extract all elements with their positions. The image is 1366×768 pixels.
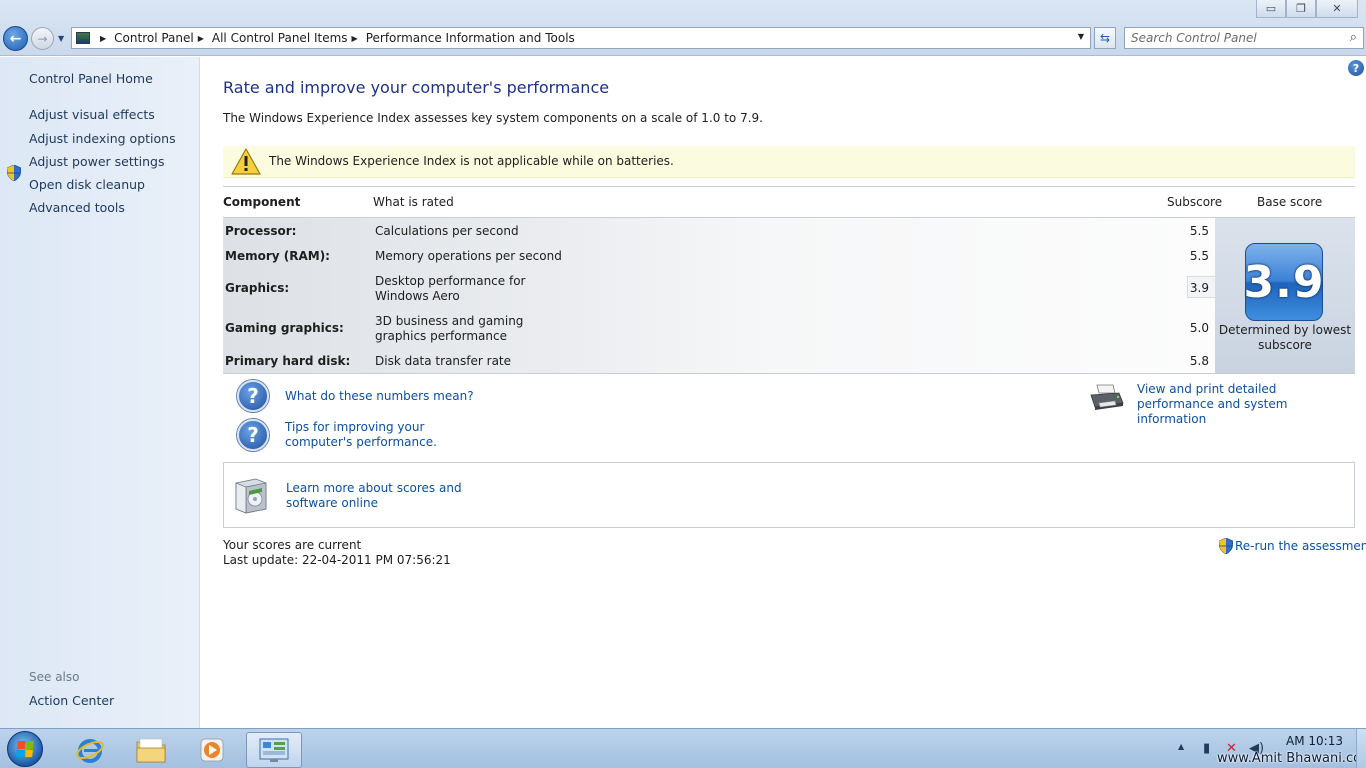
experience-index-table: Component What is rated Subscore Base sc… xyxy=(223,186,1355,374)
internet-explorer-icon xyxy=(76,739,104,763)
restore-button[interactable]: ❐ xyxy=(1286,0,1316,18)
base-score-badge: 3.9 xyxy=(1244,243,1323,321)
table-body: Processor: Calculations per second 5.5 M… xyxy=(223,217,1215,374)
minimize-icon: ▭ xyxy=(1265,2,1277,15)
back-arrow-icon: ← xyxy=(9,30,22,47)
title-and-address-bar: ▭ ❐ ✕ ← → ▼ ▶ Control Panel ▶ All Contro… xyxy=(0,0,1366,56)
intro-text: The Windows Experience Index assesses ke… xyxy=(223,111,763,125)
search-box[interactable]: ⌕ xyxy=(1124,27,1364,49)
start-button[interactable] xyxy=(7,731,43,767)
refresh-button[interactable]: ⇆ xyxy=(1094,27,1116,49)
table-row-what: Desktop performance for Windows Aero xyxy=(375,274,526,303)
help-icon: ? xyxy=(1352,61,1360,75)
search-input[interactable] xyxy=(1131,28,1331,48)
learn-more-box: Learn more about scores and software onl… xyxy=(223,462,1355,528)
help-button[interactable]: ? xyxy=(1348,60,1364,76)
rerun-assessment-action[interactable]: Re-run the assessment xyxy=(1219,538,1366,554)
taskbar: ▲ ▮ ✕ ◀) AM 10:13 www.Amit Bhawani.com xyxy=(0,728,1366,768)
control-panel-icon xyxy=(76,32,90,44)
what-numbers-mean-link[interactable]: What do these numbers mean? xyxy=(285,389,474,404)
battery-icon[interactable]: ▮ xyxy=(1203,741,1210,756)
page-title: Rate and improve your computer's perform… xyxy=(223,78,610,97)
breadcrumb-control-panel[interactable]: Control Panel xyxy=(114,31,194,45)
learn-more-scores-link[interactable]: Learn more about scores and software onl… xyxy=(286,481,506,511)
advanced-tools-link[interactable]: Advanced tools xyxy=(29,200,125,215)
base-score-caption: Determined by lowest subscore xyxy=(1218,323,1352,352)
view-print-details-link[interactable]: View and print detailed performance and … xyxy=(1137,382,1357,427)
folder-icon xyxy=(136,738,166,763)
printer-icon xyxy=(1090,384,1124,410)
table-row-what: Memory operations per second xyxy=(375,249,562,263)
last-update-text: Last update: 22-04-2011 PM 07:56:21 xyxy=(223,553,451,567)
table-row-what: Calculations per second xyxy=(375,224,519,238)
taskbar-windows-explorer[interactable] xyxy=(123,732,179,768)
table-row-subscore: 5.0 xyxy=(1189,321,1209,335)
windows-logo-icon xyxy=(16,741,34,757)
column-header-base-score: Base score xyxy=(1257,195,1323,209)
uac-shield-icon xyxy=(7,165,21,181)
rerun-assessment-link[interactable]: Re-run the assessment xyxy=(1235,539,1366,554)
close-icon: ✕ xyxy=(1332,2,1342,15)
table-row-component: Processor: xyxy=(225,224,297,238)
table-row-component: Graphics: xyxy=(225,281,290,295)
tips-improving-performance-link[interactable]: Tips for improving your computer's perfo… xyxy=(285,420,485,450)
address-dropdown-icon[interactable]: ▼ xyxy=(1078,32,1084,41)
table-row-subscore: 5.8 xyxy=(1189,354,1209,368)
battery-warning-banner: The Windows Experience Index is not appl… xyxy=(223,146,1355,178)
show-hidden-icons-button[interactable]: ▲ xyxy=(1178,742,1184,751)
software-box-icon xyxy=(235,478,267,514)
control-panel-home-link[interactable]: Control Panel Home xyxy=(29,71,153,86)
table-row-subscore: 5.5 xyxy=(1189,249,1209,263)
adjust-visual-effects-link[interactable]: Adjust visual effects xyxy=(29,107,155,122)
help-question-icon: ? xyxy=(237,419,269,451)
warning-text: The Windows Experience Index is not appl… xyxy=(269,154,674,168)
uac-shield-icon xyxy=(1219,538,1233,554)
taskbar-control-panel[interactable] xyxy=(246,732,302,768)
task-pane: Control Panel Home Adjust visual effects… xyxy=(0,57,200,728)
table-row-subscore-lowest: 3.9 xyxy=(1187,276,1215,298)
table-row-component: Gaming graphics: xyxy=(225,321,344,335)
window-controls: ▭ ❐ ✕ xyxy=(1256,0,1358,18)
clock-time[interactable]: AM 10:13 xyxy=(1286,734,1343,748)
table-row-component: Primary hard disk: xyxy=(225,354,351,368)
minimize-button[interactable]: ▭ xyxy=(1256,0,1286,18)
column-header-component: Component xyxy=(223,195,301,209)
watermark-text: www.Amit Bhawani.com xyxy=(1217,751,1366,766)
recent-pages-dropdown-icon[interactable]: ▼ xyxy=(58,34,64,43)
breadcrumb-chevron-icon[interactable]: ▶ xyxy=(198,34,204,43)
taskbar-internet-explorer[interactable] xyxy=(62,732,118,768)
show-desktop-button[interactable] xyxy=(1356,729,1366,768)
warning-icon xyxy=(231,148,261,175)
action-center-link[interactable]: Action Center xyxy=(29,693,114,708)
scores-current-text: Your scores are current xyxy=(223,538,362,552)
close-button[interactable]: ✕ xyxy=(1316,0,1358,18)
base-score-panel: 3.9 Determined by lowest subscore xyxy=(1215,217,1355,374)
back-button[interactable]: ← xyxy=(3,26,28,51)
taskbar-media-player[interactable] xyxy=(184,732,240,768)
see-also-heading: See also xyxy=(29,670,80,684)
search-icon[interactable]: ⌕ xyxy=(1350,30,1357,45)
help-question-icon: ? xyxy=(237,380,269,412)
column-header-subscore: Subscore xyxy=(1167,195,1223,209)
column-header-what-rated: What is rated xyxy=(373,195,454,209)
table-row-what: 3D business and gaming graphics performa… xyxy=(375,314,524,343)
address-bar[interactable]: ▶ Control Panel ▶ All Control Panel Item… xyxy=(71,27,1091,49)
breadcrumb-chevron-icon[interactable]: ▶ xyxy=(100,34,106,43)
open-disk-cleanup-link[interactable]: Open disk cleanup xyxy=(29,177,145,192)
refresh-icon: ⇆ xyxy=(1099,31,1111,45)
table-row-component: Memory (RAM): xyxy=(225,249,330,263)
forward-button[interactable]: → xyxy=(31,27,54,50)
adjust-indexing-options-link[interactable]: Adjust indexing options xyxy=(29,131,176,146)
restore-icon: ❐ xyxy=(1296,2,1306,15)
breadcrumb-all-items[interactable]: All Control Panel Items xyxy=(212,31,348,45)
forward-arrow-icon: → xyxy=(37,31,48,46)
table-row-subscore: 5.5 xyxy=(1189,224,1209,238)
breadcrumb-performance-tools[interactable]: Performance Information and Tools xyxy=(366,31,575,45)
adjust-power-settings-link[interactable]: Adjust power settings xyxy=(29,154,165,169)
table-row-what: Disk data transfer rate xyxy=(375,354,512,368)
breadcrumb-chevron-icon[interactable]: ▶ xyxy=(352,34,358,43)
control-panel-icon xyxy=(259,738,289,762)
media-player-icon xyxy=(200,738,224,762)
